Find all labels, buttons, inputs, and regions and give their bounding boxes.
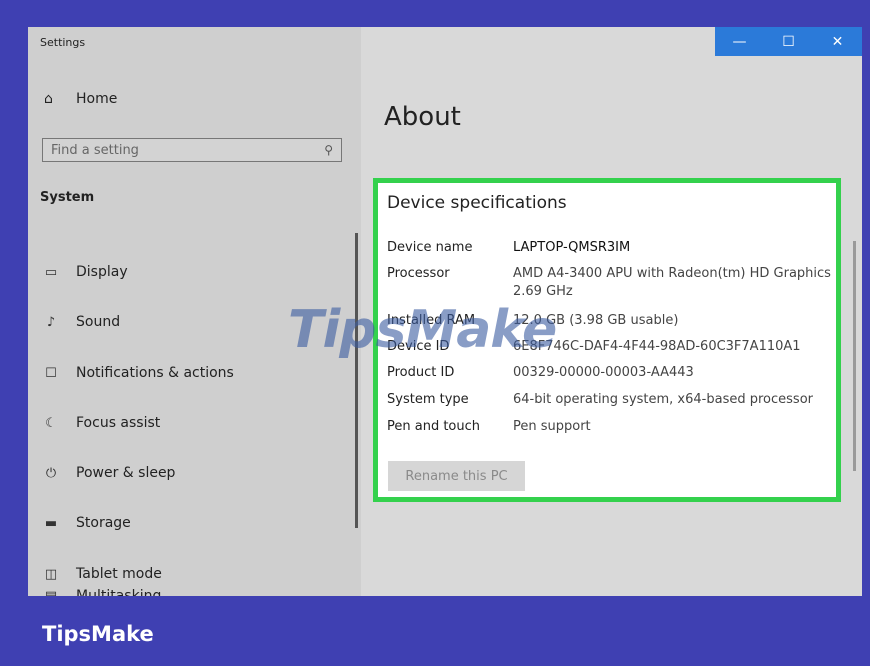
page-title: About [384, 102, 461, 133]
close-button[interactable]: ✕ [813, 27, 862, 56]
device-specifications-title: Device specifications [387, 193, 567, 213]
spec-row-processor: Processor AMD A4-3400 APU with Radeon(tm… [387, 265, 835, 301]
window-controls: — ☐ ✕ [715, 27, 862, 56]
spec-value: 00329-00000-00003-AA443 [513, 365, 694, 380]
spec-value: 6E8F746C-DAF4-4F44-98AD-60C3F7A110A1 [513, 339, 801, 354]
spec-label: System type [387, 392, 469, 407]
main-scrollbar[interactable] [853, 241, 856, 471]
spec-row-product-id: Product ID 00329-00000-00003-AA443 [387, 364, 835, 382]
sidebar-scrollbar[interactable] [355, 233, 358, 528]
home-label: Home [76, 91, 118, 107]
sidebar-item-label: Sound [76, 314, 121, 330]
sidebar-item-label: Multitasking [76, 588, 162, 596]
spec-value: Pen support [513, 419, 591, 434]
spec-label: Product ID [387, 365, 455, 380]
rename-pc-button[interactable]: Rename this PC [388, 461, 525, 491]
sidebar-item-label: Power & sleep [76, 465, 176, 481]
spec-value: 12.0 GB (3.98 GB usable) [513, 313, 679, 328]
minimize-button[interactable]: — [715, 27, 764, 56]
watermark: TipsMake [288, 300, 557, 360]
sidebar-item-notifications[interactable]: ☐ Notifications & actions [42, 358, 234, 388]
sidebar-item-display[interactable]: ▭ Display [42, 257, 128, 287]
spec-label: Device name [387, 240, 473, 255]
section-title: System [40, 190, 95, 205]
spec-label: Processor [387, 266, 450, 281]
notifications-icon: ☐ [45, 365, 57, 381]
sidebar-home[interactable]: ⌂ Home [44, 91, 117, 107]
footer-brand: TipsMake [42, 622, 154, 646]
maximize-button[interactable]: ☐ [764, 27, 813, 56]
spec-value: LAPTOP-QMSR3IM [513, 240, 631, 255]
search-icon: ⚲ [324, 143, 333, 157]
spec-label: Pen and touch [387, 419, 481, 434]
sidebar-item-sound[interactable]: ♪ Sound [42, 307, 120, 337]
app-title: Settings [40, 36, 86, 49]
home-icon: ⌂ [44, 91, 53, 107]
spec-row-system-type: System type 64-bit operating system, x64… [387, 391, 835, 409]
spec-value: 64-bit operating system, x64-based proce… [513, 392, 813, 407]
sound-icon: ♪ [46, 314, 56, 330]
power-icon: ⏻ [45, 465, 57, 481]
multitasking-icon: ▤ [44, 588, 58, 597]
sidebar-item-label: Tablet mode [76, 566, 162, 582]
search-input[interactable] [51, 142, 325, 158]
sidebar-item-label: Display [76, 264, 128, 280]
sidebar-item-multitasking[interactable]: ▤ Multitasking [42, 581, 162, 597]
display-icon: ▭ [44, 264, 58, 280]
spec-row-pen-touch: Pen and touch Pen support [387, 418, 835, 436]
sidebar-item-label: Focus assist [76, 415, 161, 431]
spec-value: AMD A4-3400 APU with Radeon(tm) HD Graph… [513, 266, 831, 299]
spec-row-device-name: Device name LAPTOP-QMSR3IM [387, 239, 835, 257]
sidebar-item-label: Storage [76, 515, 131, 531]
tablet-mode-icon: ◫ [44, 566, 58, 582]
sidebar-item-focus-assist[interactable]: ☾ Focus assist [42, 408, 160, 438]
search-box[interactable]: ⚲ [42, 138, 342, 162]
sidebar-item-label: Notifications & actions [76, 365, 234, 381]
focus-assist-icon: ☾ [45, 415, 57, 431]
sidebar-item-power-sleep[interactable]: ⏻ Power & sleep [42, 458, 176, 488]
storage-icon: ▬ [44, 515, 58, 531]
sidebar-item-storage[interactable]: ▬ Storage [42, 508, 131, 538]
